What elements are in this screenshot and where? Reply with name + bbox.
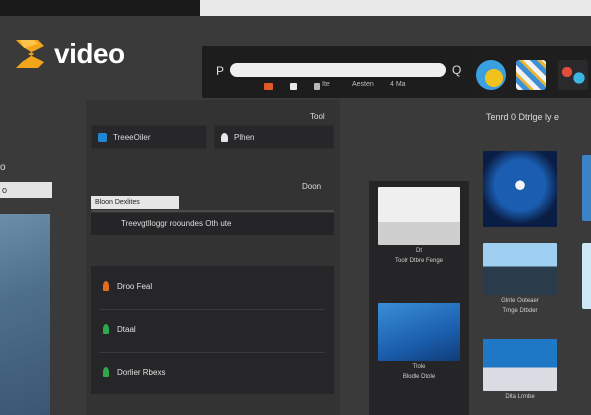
gallery-heading: Tenrd 0 Dtrlge ly e	[486, 112, 560, 122]
search-toolbar: P Q Ite Aesten 4 Ma	[202, 46, 468, 98]
action-list: Droo Feal Dtaal Dorlier Rbexs	[91, 266, 334, 394]
top-thumb-strip	[468, 46, 591, 98]
toolbar-left-glyph[interactable]: P	[216, 64, 224, 78]
list-item-label: Droo Feal	[117, 281, 153, 291]
colorful-thumb[interactable]	[558, 60, 588, 90]
search-input[interactable]	[230, 63, 446, 77]
gallery-caption: Dt	[416, 248, 422, 254]
panel-top-label: Tool	[310, 112, 325, 121]
toolbar-chart-label[interactable]: 4 Ma	[390, 81, 406, 88]
logo-text: video	[54, 38, 125, 69]
section-heading-field[interactable]: Bloon Dexlites	[91, 196, 179, 209]
logo-mark-icon	[16, 40, 44, 68]
gallery-thumb	[378, 187, 460, 245]
section-right-label: Doon	[302, 182, 322, 191]
gallery-caption: Tlole	[412, 364, 426, 370]
folder-icon[interactable]	[264, 83, 273, 90]
play-icon	[98, 132, 107, 142]
gallery-thumb	[483, 339, 557, 391]
gallery-column: Dt Toolr Dtbre Fenge Tlole Blodle Dtole	[369, 181, 469, 415]
gallery-card[interactable]: Dlta Lrmbe	[483, 339, 557, 401]
top-address-strip	[200, 0, 591, 16]
list-item-label: Dorlier Rbexs	[117, 367, 166, 377]
left-panel-label: o	[0, 162, 6, 173]
gallery-column-2: Glnte Ooteaer Trnge Dtbder Dlta Lrmbe	[479, 147, 561, 415]
left-panel-preview-image[interactable]	[0, 214, 50, 415]
gallery-caption-sub: Trnge Dtbder	[502, 308, 538, 314]
gallery-caption-sub: Blodle Dtole	[402, 374, 436, 380]
chip-plhen[interactable]: Plhen	[214, 125, 334, 149]
list-item[interactable]: Dtaal	[99, 309, 325, 349]
left-panel-input[interactable]: o	[0, 182, 52, 198]
list-item-label: Dtaal	[117, 324, 136, 334]
app-logo[interactable]: video	[14, 36, 125, 72]
gallery-caption-sub: Toolr Dtbre Fenge	[394, 258, 444, 264]
person-icon	[103, 367, 109, 377]
pattern-thumb[interactable]	[516, 60, 546, 90]
chip-label: TreeeOiler	[113, 132, 151, 142]
film-icon[interactable]	[314, 83, 320, 90]
gallery-card[interactable]: Tlole Blodle Dtole	[378, 303, 460, 381]
chip-tree-editor[interactable]: TreeeOiler	[91, 125, 207, 149]
person-icon	[103, 324, 109, 334]
toolbar-film-label[interactable]: Ite	[322, 81, 330, 88]
gallery-thumb	[378, 303, 460, 361]
doc-icon[interactable]	[290, 83, 297, 90]
gallery-card[interactable]: Glnte Ooteaer Trnge Dtbder	[483, 243, 557, 315]
toolbar-people-label[interactable]: Aesten	[352, 81, 374, 88]
toolbar-right-glyph[interactable]: Q	[452, 63, 461, 77]
gallery-edge-thumb[interactable]	[582, 243, 591, 309]
gallery-card[interactable]: Dt Toolr Dtbre Fenge	[378, 187, 460, 265]
gallery-thumb	[483, 151, 557, 227]
gallery-caption: Glnte Ooteaer	[501, 298, 539, 304]
list-item[interactable]: Droo Feal	[99, 266, 325, 306]
section-text-field[interactable]: Treevgtlloggr rooundes Oth ute	[91, 213, 334, 235]
person-icon	[103, 281, 109, 291]
person-icon	[221, 132, 228, 142]
list-item[interactable]: Dorlier Rbexs	[99, 352, 325, 392]
chip-label: Plhen	[234, 132, 255, 142]
pie-chart-thumb[interactable]	[476, 60, 506, 90]
gallery-card[interactable]	[483, 151, 557, 227]
gallery-caption: Dlta Lrmbe	[505, 394, 535, 400]
section-divider	[91, 210, 334, 212]
gallery-edge-thumb[interactable]	[582, 155, 591, 221]
gallery-thumb	[483, 243, 557, 295]
